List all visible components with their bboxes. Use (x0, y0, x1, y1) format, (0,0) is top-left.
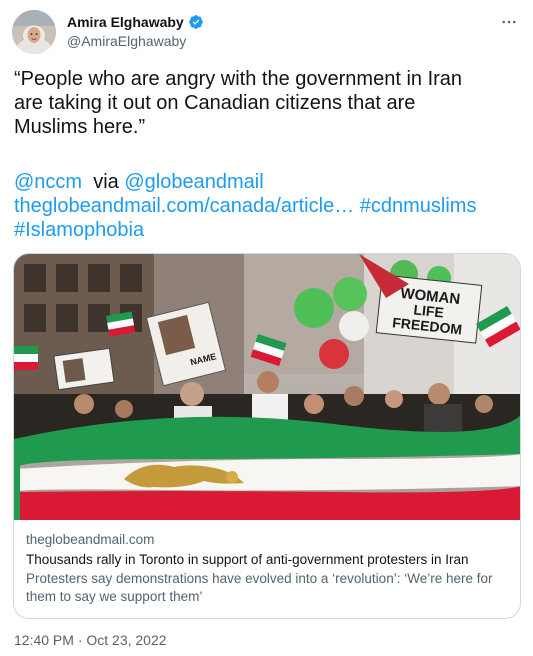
author-name[interactable]: Amira Elghawaby (67, 14, 184, 30)
verified-badge-icon (188, 14, 204, 30)
more-horizontal-icon[interactable] (497, 12, 521, 32)
tweet-text-line: Muslims here.” (14, 116, 146, 138)
article-url-link[interactable]: theglobeandmail.com/canada/article… (14, 195, 354, 217)
protest-photo: WOMAN LIFE FREEDOM NAME (14, 254, 520, 520)
mention-nccm-link[interactable]: @nccm (14, 171, 82, 193)
via-text: via (93, 171, 119, 193)
card-image[interactable]: WOMAN LIFE FREEDOM NAME (14, 254, 520, 520)
card-description: Protesters say demonstrations have evolv… (26, 571, 493, 604)
author-block: Amira Elghawaby @AmiraElghawaby (67, 13, 204, 49)
mention-globeandmail-link[interactable]: @globeandmail (124, 171, 263, 193)
tweet-timestamp[interactable]: 12:40 PM · Oct 23, 2022 (14, 632, 167, 648)
tweet-links: @nccm via @globeandmail theglobeandmail.… (14, 170, 519, 242)
hashtag-islamophobia-link[interactable]: #Islamophobia (14, 219, 144, 241)
tweet-text-line: “People who are angry with the governmen… (14, 68, 463, 90)
author-handle[interactable]: @AmiraElghawaby (67, 33, 204, 49)
hashtag-cdnmuslims-link[interactable]: #cdnmuslims (360, 195, 477, 217)
avatar-woman-hijab-icon (12, 10, 56, 54)
card-domain: theglobeandmail.com (26, 532, 155, 547)
card-meta: theglobeandmail.com Thousands rally in T… (26, 531, 512, 606)
tweet-text: “People who are angry with the governmen… (14, 67, 519, 139)
avatar[interactable] (12, 10, 56, 54)
card-headline[interactable]: Thousands rally in Toronto in support of… (26, 551, 512, 569)
tweet-header: Amira Elghawaby @AmiraElghawaby (12, 10, 521, 54)
tweet-text-line: are taking it out on Canadian citizens t… (14, 92, 416, 114)
link-preview-card[interactable]: WOMAN LIFE FREEDOM NAME theglobeandmail.… (13, 253, 521, 619)
